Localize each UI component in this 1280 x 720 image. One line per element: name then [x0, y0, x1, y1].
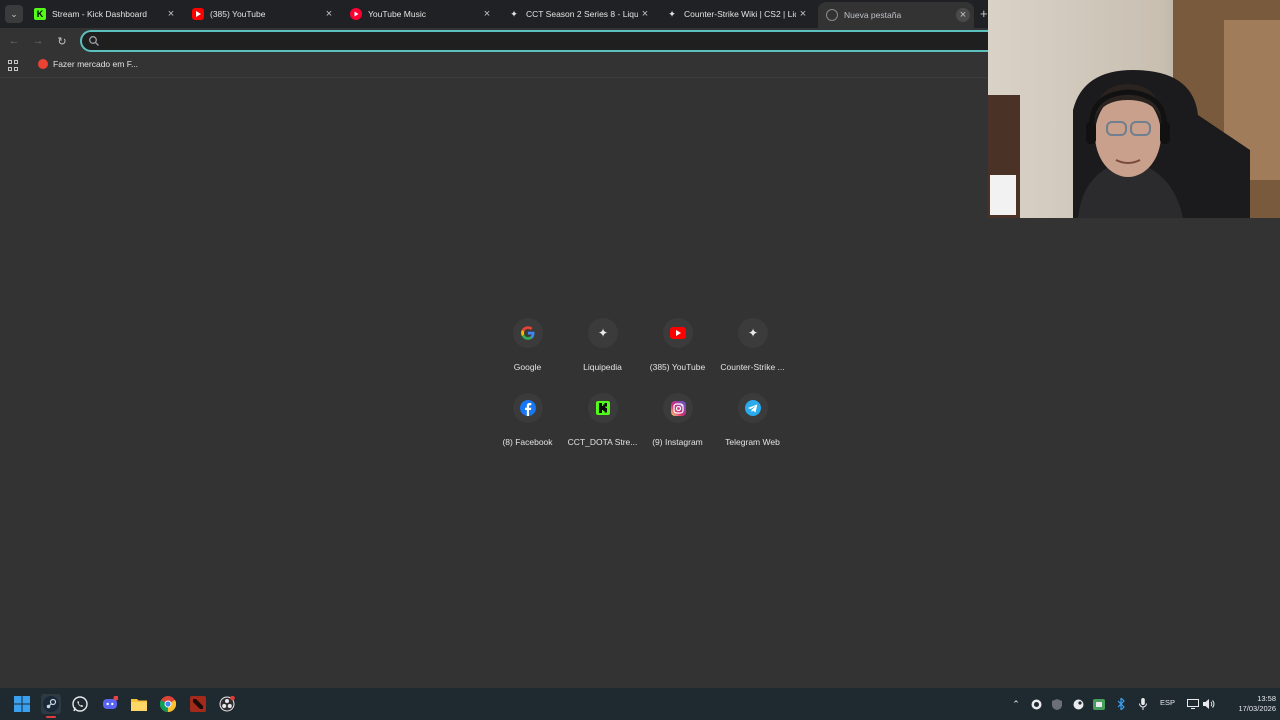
- clock-date: 17/03/2026: [1238, 704, 1276, 713]
- youtube-icon: [663, 318, 693, 348]
- language-indicator[interactable]: ESP: [1160, 698, 1175, 707]
- bookmark-label: Fazer mercado em F...: [53, 59, 139, 69]
- shortcut-youtube[interactable]: (385) YouTube: [640, 318, 715, 388]
- webcam-overlay: [988, 0, 1280, 218]
- browser-toolbar: ← → ↻: [0, 28, 990, 54]
- steam-icon[interactable]: [41, 694, 61, 718]
- shortcut-label: Liquipedia: [583, 362, 622, 372]
- windows-start-icon[interactable]: [12, 694, 32, 714]
- shortcut-label: Counter-Strike ...: [720, 362, 785, 372]
- tab-nueva-pestana[interactable]: Nueva pestaña ×: [818, 2, 974, 28]
- kick-icon: [588, 393, 618, 423]
- tab-title: Nueva pestaña: [844, 10, 902, 20]
- obs-icon[interactable]: [217, 694, 237, 714]
- globe-icon: [826, 9, 838, 21]
- google-icon: [513, 318, 543, 348]
- shortcut-telegram[interactable]: Telegram Web: [715, 393, 790, 463]
- tab-youtube-music[interactable]: YouTube Music ×: [342, 4, 498, 24]
- tab-counter-strike-wiki[interactable]: ✦ Counter-Strike Wiki | CS2 | Liquipedia…: [658, 4, 814, 24]
- chevron-up-icon[interactable]: ⌃: [1010, 698, 1022, 710]
- taskbar: ⌃ ESP 13:58 17/03/2026: [0, 688, 1280, 720]
- steam-tray-icon[interactable]: [1072, 698, 1084, 710]
- shield-icon[interactable]: [1051, 698, 1063, 710]
- dota-icon[interactable]: [188, 694, 208, 714]
- microphone-icon[interactable]: [1137, 698, 1149, 710]
- tab-search-button[interactable]: ⌄: [5, 5, 23, 23]
- bluetooth-icon[interactable]: [1115, 698, 1127, 710]
- shortcut-label: (9) Instagram: [652, 437, 703, 447]
- shortcut-label: CCT_DOTA Stre...: [567, 437, 638, 447]
- reload-icon[interactable]: ↻: [54, 33, 70, 49]
- bookmark-favicon: [38, 59, 48, 69]
- youtube-icon: [192, 8, 204, 20]
- liquipedia-icon: ✦: [668, 8, 676, 19]
- facebook-icon: [513, 393, 543, 423]
- close-icon[interactable]: ×: [638, 7, 652, 21]
- bookmarks-bar: Fazer mercado em F...: [0, 54, 988, 78]
- liquipedia-icon: ✦: [510, 8, 518, 19]
- liquipedia-icon: ✦: [738, 318, 768, 348]
- tab-strip: ⌄ K Stream - Kick Dashboard × (385) YouT…: [0, 0, 988, 28]
- tab-title: CCT Season 2 Series 8 - Liquipedia: [526, 9, 638, 19]
- forward-arrow-icon[interactable]: →: [30, 33, 46, 49]
- new-tab-button[interactable]: +: [980, 6, 988, 21]
- tray-app-icon[interactable]: [1030, 698, 1042, 710]
- tab-kick-dashboard[interactable]: K Stream - Kick Dashboard ×: [26, 4, 182, 24]
- tab-title: YouTube Music: [368, 9, 426, 19]
- shortcut-cct-dota[interactable]: CCT_DOTA Stre...: [565, 393, 640, 463]
- shortcut-counter-strike[interactable]: ✦ Counter-Strike ...: [715, 318, 790, 388]
- tab-title: (385) YouTube: [210, 9, 266, 19]
- shortcut-instagram[interactable]: (9) Instagram: [640, 393, 715, 463]
- close-icon[interactable]: ×: [164, 7, 178, 21]
- chrome-icon[interactable]: [158, 694, 178, 714]
- tab-title: Counter-Strike Wiki | CS2 | Liquipedia: [684, 9, 796, 19]
- volume-icon[interactable]: [1203, 698, 1215, 710]
- back-arrow-icon[interactable]: ←: [6, 33, 22, 49]
- shortcut-google[interactable]: Google: [490, 318, 565, 388]
- close-icon[interactable]: ×: [956, 8, 970, 22]
- chevron-down-icon: ⌄: [10, 8, 18, 19]
- liquipedia-icon: ✦: [588, 318, 618, 348]
- bookmark-item[interactable]: Fazer mercado em F...: [38, 59, 138, 69]
- shortcut-label: (385) YouTube: [649, 362, 706, 372]
- close-icon[interactable]: ×: [322, 7, 336, 21]
- network-tray-icon[interactable]: [1093, 698, 1105, 710]
- clock[interactable]: 13:58 17/03/2026: [1222, 694, 1276, 714]
- webcam-video: [988, 0, 1280, 218]
- youtube-music-icon: [350, 8, 362, 20]
- instagram-icon: [663, 393, 693, 423]
- address-bar[interactable]: [80, 30, 990, 52]
- kick-icon: K: [34, 8, 46, 20]
- apps-grid-icon[interactable]: [8, 60, 19, 71]
- tab-youtube[interactable]: (385) YouTube ×: [184, 4, 340, 24]
- shortcut-label: Telegram Web: [725, 437, 780, 447]
- discord-icon[interactable]: [100, 694, 120, 714]
- tab-title: Stream - Kick Dashboard: [52, 9, 147, 19]
- whatsapp-icon[interactable]: [70, 694, 90, 714]
- shortcut-label: (8) Facebook: [502, 437, 553, 447]
- search-icon: [89, 36, 99, 46]
- telegram-icon: [738, 393, 768, 423]
- tab-cct-season[interactable]: ✦ CCT Season 2 Series 8 - Liquipedia ×: [500, 4, 656, 24]
- shortcut-liquipedia[interactable]: ✦ Liquipedia: [565, 318, 640, 388]
- file-explorer-icon[interactable]: [129, 694, 149, 714]
- shortcut-label: Google: [513, 362, 542, 372]
- close-icon[interactable]: ×: [796, 7, 810, 21]
- display-icon[interactable]: [1187, 698, 1199, 710]
- close-icon[interactable]: ×: [480, 7, 494, 21]
- shortcut-facebook[interactable]: (8) Facebook: [490, 393, 565, 463]
- clock-time: 13:58: [1257, 694, 1276, 703]
